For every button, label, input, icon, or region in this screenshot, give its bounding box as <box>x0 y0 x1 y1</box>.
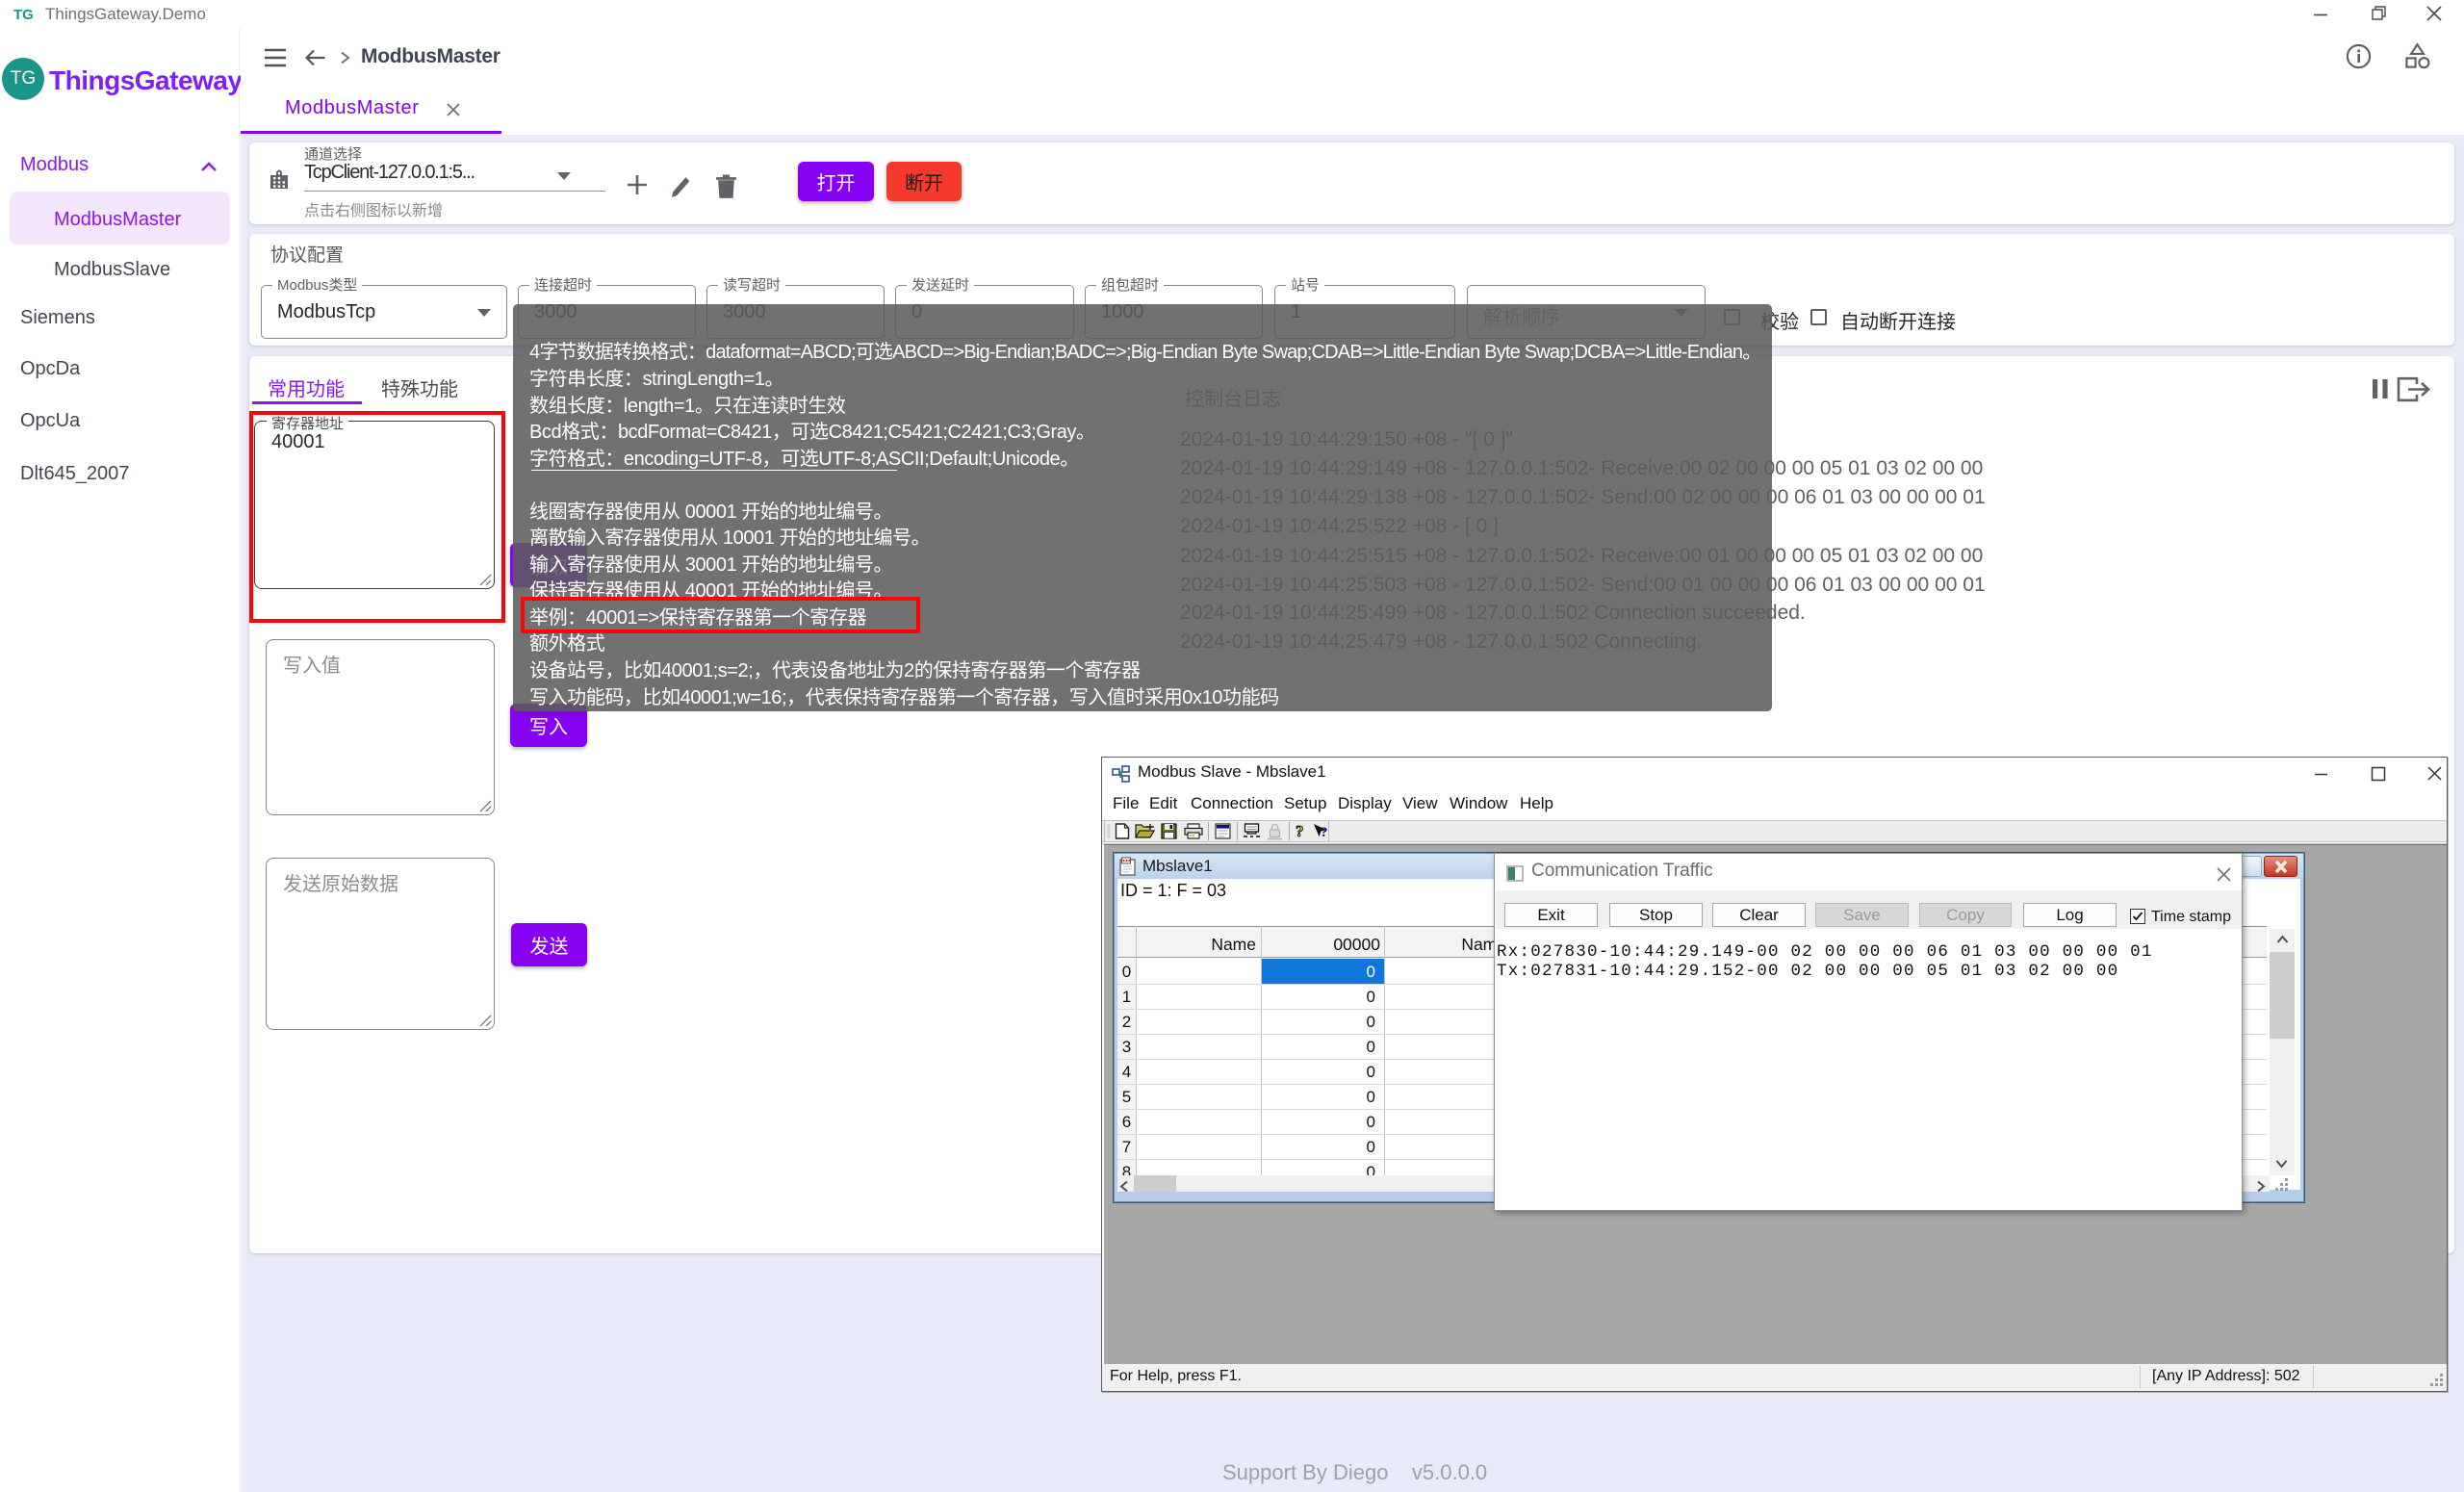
svg-text:?: ? <box>1296 822 1304 840</box>
svg-text:?: ? <box>1321 825 1328 840</box>
